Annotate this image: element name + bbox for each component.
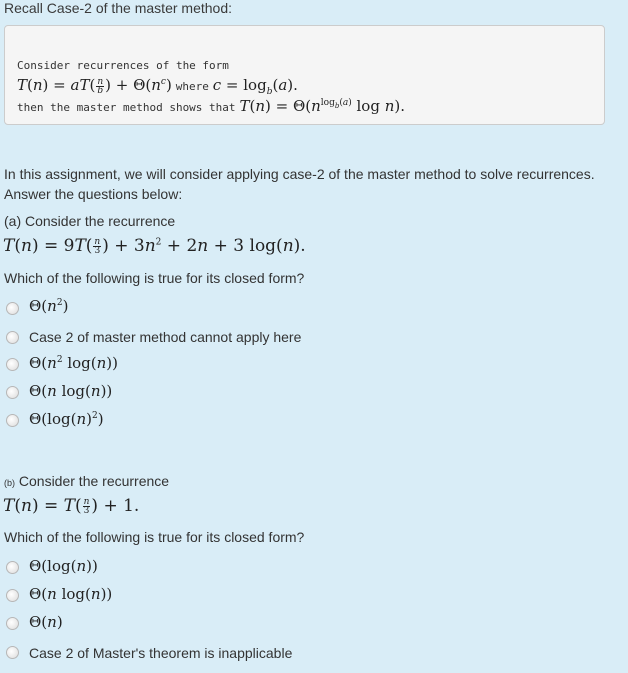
question-b-prompt: Which of the following is true for its c… [4, 529, 305, 545]
question-b-option-4-label[interactable]: Case 2 of Master's theorem is inapplicab… [29, 645, 292, 661]
question-a-option-2-radio[interactable] [6, 331, 19, 344]
question-a-option-1-radio[interactable] [6, 302, 19, 315]
question-b-option-3-radio[interactable] [6, 617, 19, 630]
question-b-option-2-radio[interactable] [6, 589, 19, 602]
question-b-label: (b) Consider the recurrence [4, 473, 169, 489]
intro-line-1: In this assignment, we will consider app… [4, 166, 595, 182]
recall-title: Recall Case-2 of the master method: [4, 0, 232, 16]
question-a-option-2-label[interactable]: Case 2 of master method cannot apply her… [29, 329, 301, 345]
question-a-option-5-radio[interactable] [6, 414, 19, 427]
recall-result-math: T(n) = Θ(nlogb(a) log n). [239, 97, 405, 115]
question-b-label-text: Consider the recurrence [18, 473, 170, 489]
recall-box: Consider recurrences of the form T(n) = … [4, 25, 605, 125]
question-a-option-1-label[interactable]: Θ(n2) [29, 297, 68, 315]
recall-then-text: then the master method shows that [17, 101, 236, 114]
question-b-option-4-radio[interactable] [6, 646, 19, 659]
question-b-option-3-label[interactable]: Θ(n) [29, 613, 63, 631]
recall-c-math: c = logb(a). [212, 76, 298, 97]
question-a-option-4-radio[interactable] [6, 386, 19, 399]
recall-line-1: Consider recurrences of the form [17, 59, 229, 72]
question-a-option-4-label[interactable]: Θ(n log(n)) [29, 382, 112, 400]
question-a-prompt: Which of the following is true for its c… [4, 270, 305, 286]
question-b-option-2-label[interactable]: Θ(n log(n)) [29, 585, 112, 603]
question-b-option-1-label[interactable]: Θ(log(n)) [29, 557, 98, 575]
question-a-label: (a) Consider the recurrence [4, 213, 176, 229]
question-b-option-1-radio[interactable] [6, 561, 19, 574]
question-a-recurrence: T(n) = 9T(n 3) + 3n2 + 2n + 3 log(n). [3, 236, 306, 256]
question-b-recurrence: T(n) = T(n 3) + 1. [3, 496, 140, 516]
question-b-prefix: (b) [4, 478, 15, 488]
question-a-option-5-label[interactable]: Θ(log(n)2) [29, 410, 104, 428]
question-a-option-3-radio[interactable] [6, 358, 19, 371]
recall-line-3: then the master method shows that T(n) =… [17, 97, 405, 115]
recall-recurrence-math: T(n) = aT(n b) + Θ(nc) [17, 76, 172, 96]
question-a-option-3-label[interactable]: Θ(n2 log(n)) [29, 354, 118, 372]
intro-line-2: Answer the questions below: [4, 186, 183, 202]
recall-line-2: T(n) = aT(n b) + Θ(nc) where c = logb(a). [17, 76, 298, 97]
recall-where-text: where [175, 80, 209, 93]
